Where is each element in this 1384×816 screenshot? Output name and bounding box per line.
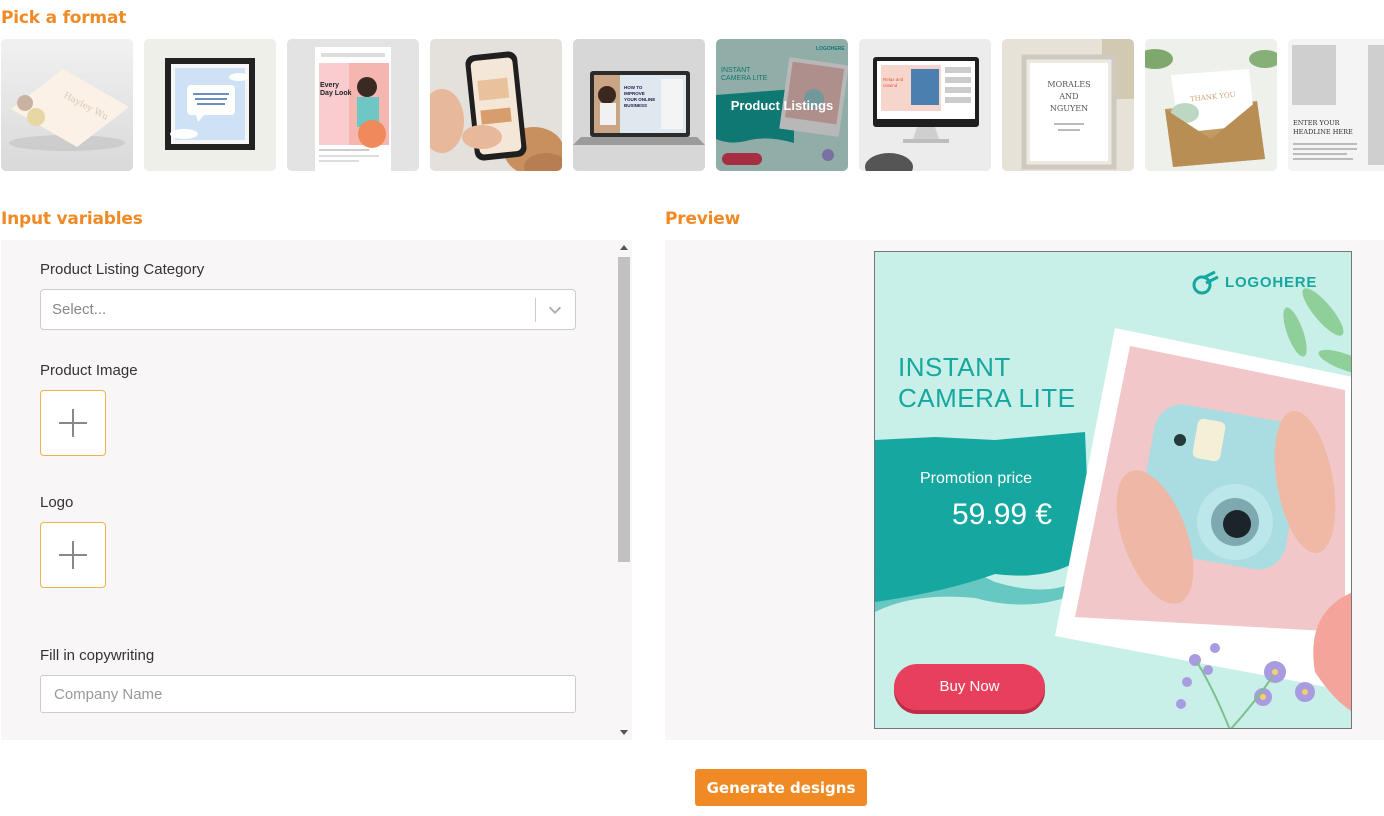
category-label: Product Listing Category [40, 261, 205, 278]
framed-quote-image [144, 39, 276, 171]
category-select-placeholder: Select... [52, 301, 107, 318]
format-thumb-instagram-post[interactable]: Every Day Look [287, 39, 419, 171]
logo-upload-button[interactable] [40, 522, 106, 588]
preview-buy-now-button: Buy Now [894, 664, 1045, 710]
preview-logo-text: LOGOHERE [1225, 274, 1318, 291]
logo-mark-icon [1192, 270, 1219, 295]
product-image-label: Product Image [40, 362, 138, 379]
svg-text:MORALES: MORALES [1047, 80, 1090, 89]
format-thumb-product-listings[interactable]: INSTANT CAMERA LITE LOGOHERE Product Lis… [716, 39, 848, 171]
generate-designs-button[interactable]: Generate designs [695, 769, 867, 806]
category-select[interactable]: Select... [40, 289, 576, 330]
preview-headline-line1: INSTANT [898, 352, 1011, 382]
logo-label: Logo [40, 494, 74, 511]
wedding-invitation-image: MORALES AND NGUYEN [1002, 39, 1134, 171]
svg-text:Relax and: Relax and [883, 77, 904, 82]
svg-text:Day Look: Day Look [320, 90, 352, 97]
chevron-down-icon[interactable] [546, 301, 564, 319]
business-card-image: Hayley Wu [1, 39, 133, 171]
preview-promo-label: Promotion price [920, 470, 1033, 487]
svg-text:NGUYEN: NGUYEN [1050, 104, 1088, 113]
format-strip: Hayley Wu Every Day Look HOW TO IMPROVE … [0, 38, 1384, 172]
laptop-banner-image: HOW TO IMPROVE YOUR ONLINE BUSINESS [573, 39, 705, 171]
format-thumb-mobile-story[interactable] [430, 39, 562, 171]
plus-icon [59, 409, 87, 437]
plus-icon [59, 541, 87, 569]
format-thumb-thank-you-card[interactable]: THANK YOU [1145, 39, 1277, 171]
svg-text:HOW TO: HOW TO [624, 85, 643, 90]
svg-text:AND: AND [1058, 92, 1078, 101]
format-thumb-framed-quote[interactable] [144, 39, 276, 171]
thumb-hover-label: Product Listings [730, 98, 834, 113]
svg-text:Every: Every [320, 82, 339, 89]
svg-text:IMPROVE: IMPROVE [624, 91, 645, 96]
preview-headline-line2: CAMERA LITE [898, 383, 1076, 413]
scroll-up-arrow-icon[interactable] [620, 245, 628, 250]
format-thumb-laptop-banner[interactable]: HOW TO IMPROVE YOUR ONLINE BUSINESS [573, 39, 705, 171]
scroll-down-arrow-icon[interactable] [620, 730, 628, 735]
headline-post-image: ENTER YOUR HEADLINE HERE [1288, 39, 1384, 171]
format-thumb-wedding-invitation[interactable]: MORALES AND NGUYEN [1002, 39, 1134, 171]
copywriting-label: Fill in copywriting [40, 647, 155, 664]
desktop-ad-image: Relax and unwind [859, 39, 991, 171]
input-variables-title: Input variables [1, 209, 143, 229]
preview-panel: LOGOHERE INSTANT CAMERA LITE Promotion p… [665, 240, 1384, 740]
svg-text:unwind: unwind [883, 83, 898, 88]
svg-text:HEADLINE HERE: HEADLINE HERE [1293, 128, 1353, 136]
pick-format-title: Pick a format [1, 8, 127, 28]
instagram-post-image: Every Day Look [287, 39, 419, 171]
company-name-input[interactable] [40, 675, 576, 713]
format-thumb-headline-post[interactable]: ENTER YOUR HEADLINE HERE [1288, 39, 1384, 171]
format-thumb-business-card[interactable]: Hayley Wu [1, 39, 133, 171]
preview-card: LOGOHERE INSTANT CAMERA LITE Promotion p… [874, 251, 1352, 729]
input-variables-panel: Product Listing Category Select... Produ… [1, 240, 632, 740]
preview-price: 59.99 € [952, 498, 1053, 531]
product-image-upload-button[interactable] [40, 390, 106, 456]
preview-title: Preview [665, 209, 741, 229]
select-separator [535, 298, 536, 322]
scrollbar-thumb[interactable] [618, 257, 630, 562]
format-thumb-desktop-ad[interactable]: Relax and unwind [859, 39, 991, 171]
svg-text:BUSINESS: BUSINESS [624, 103, 647, 108]
input-panel-scrollbar[interactable] [616, 240, 632, 740]
preview-artwork [875, 270, 1351, 728]
svg-text:ENTER YOUR: ENTER YOUR [1293, 119, 1341, 127]
thank-you-card-image: THANK YOU [1145, 39, 1277, 171]
mobile-story-image [430, 39, 562, 171]
svg-text:YOUR ONLINE: YOUR ONLINE [624, 97, 655, 102]
